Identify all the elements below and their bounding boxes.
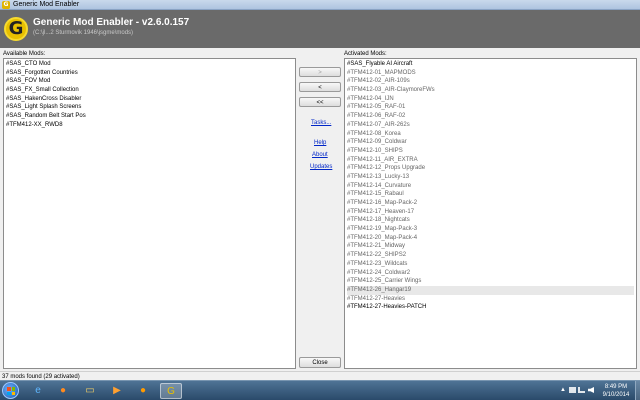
app-header: G Generic Mod Enabler - v2.6.0.157 (C:\j…: [0, 10, 640, 48]
activated-mods-label: Activated Mods:: [344, 51, 387, 57]
volume-icon[interactable]: [588, 387, 594, 393]
media-player-icon[interactable]: ▶: [106, 383, 128, 399]
updates-link[interactable]: Updates: [310, 164, 332, 170]
activated-mod-item[interactable]: #TFM412-26_Hangar19: [347, 285, 634, 295]
about-link[interactable]: About: [312, 152, 328, 158]
activated-mod-item[interactable]: #TFM412-05_RAF-01: [347, 103, 634, 112]
activated-mod-item[interactable]: #TFM412-06_RAF-02: [347, 112, 634, 121]
activated-mod-item[interactable]: #TFM412-11_AIR_EXTRA: [347, 156, 634, 165]
clock[interactable]: 8:49 PM 9/10/2014: [598, 383, 634, 399]
deactivate-mod-button[interactable]: <: [299, 82, 341, 92]
network-icon[interactable]: [578, 387, 585, 393]
close-button[interactable]: Close: [299, 357, 341, 368]
activated-mod-item[interactable]: #TFM412-14_Curvature: [347, 182, 634, 191]
available-mod-item[interactable]: #SAS_Light Splash Screens: [6, 103, 293, 112]
activated-mod-item[interactable]: #TFM412-18_Nightcats: [347, 216, 634, 225]
mods-path: (C:\jl...2 Sturmovik 1946\jsgme\mods): [33, 30, 134, 36]
app-name: Generic Mod Enabler - v2.6.0.157: [33, 17, 190, 28]
help-link[interactable]: Help: [314, 140, 326, 146]
activated-mod-item[interactable]: #TFM412-22_SHIPS2: [347, 251, 634, 260]
activated-mod-item[interactable]: #TFM412-17_Heaven-17: [347, 208, 634, 217]
activated-mod-item[interactable]: #TFM412-21_Midway: [347, 242, 634, 251]
window-title: Generic Mod Enabler: [13, 1, 80, 8]
activated-mod-item[interactable]: #TFM412-08_Korea: [347, 130, 634, 139]
activate-mod-button[interactable]: >: [299, 67, 341, 77]
available-mod-item[interactable]: #SAS_CTO Mod: [6, 60, 293, 69]
available-mods-list[interactable]: #SAS_CTO Mod #SAS_Forgotten Countries #SAS…: [3, 58, 296, 369]
available-mod-item[interactable]: #SAS_Forgotten Countries: [6, 69, 293, 78]
activated-mod-item[interactable]: #TFM412-02_AIR-109s: [347, 77, 634, 86]
app-icon: G: [2, 1, 10, 9]
deactivate-all-button[interactable]: <<: [299, 97, 341, 107]
windows-logo-icon: [7, 387, 15, 395]
available-mod-item[interactable]: #SAS_FOV Mod: [6, 77, 293, 86]
activated-mod-item[interactable]: #TFM412-27-Heavies: [347, 295, 634, 304]
show-hidden-icons-icon[interactable]: ▲: [560, 387, 566, 393]
activated-mod-item[interactable]: #TFM412-19_Map-Pack-3: [347, 225, 634, 234]
available-mod-item[interactable]: #SAS_Random Belt Start Pos: [6, 112, 293, 121]
generic-mod-enabler-icon[interactable]: G: [160, 383, 182, 399]
activated-mod-item[interactable]: #TFM412-13_Lucky-13: [347, 173, 634, 182]
firefox-icon[interactable]: ●: [52, 383, 74, 399]
folder-icon[interactable]: ▭: [79, 383, 101, 399]
internet-explorer-icon[interactable]: e: [27, 383, 49, 399]
activated-mod-item[interactable]: #TFM412-04_IJN: [347, 95, 634, 104]
tasks-link[interactable]: Tasks...: [311, 120, 331, 126]
activated-mod-item[interactable]: #TFM412-07_AIR-262s: [347, 121, 634, 130]
gme-logo-icon: G: [4, 14, 28, 44]
media-center-icon[interactable]: ●: [132, 383, 154, 399]
system-tray: ▲ 8:49 PM 9/10/2014: [538, 382, 638, 400]
clock-date: 9/10/2014: [602, 392, 630, 398]
windows-taskbar: e ● ▭ ▶ ● G ▲ 8:49 PM 9/10/2014: [0, 380, 640, 400]
activated-mod-item[interactable]: #SAS_Flyable AI Aircraft: [347, 60, 634, 69]
activated-mod-item[interactable]: #TFM412-15_Rabaul: [347, 190, 634, 199]
available-mods-label: Available Mods:: [3, 51, 46, 57]
activated-mod-item[interactable]: #TFM412-23_Wildcats: [347, 260, 634, 269]
activated-mod-item[interactable]: #TFM412-09_Coldwar: [347, 138, 634, 147]
start-button[interactable]: [2, 382, 19, 399]
activated-mod-item[interactable]: #TFM412-25_Carrier Wings: [347, 277, 634, 286]
activated-mod-item[interactable]: #TFM412-01_MAPMODS: [347, 69, 634, 78]
activated-mods-list[interactable]: #SAS_Flyable AI Aircraft #TFM412-01_MAPMO…: [344, 58, 637, 369]
available-mod-item[interactable]: #SAS_HakenCross Disabler: [6, 95, 293, 104]
available-mod-item[interactable]: #TFM412-XX_RWD8: [6, 121, 293, 130]
activated-mod-item[interactable]: #TFM412-10_SHIPS: [347, 147, 634, 156]
activated-mod-item[interactable]: #TFM412-03_AIR-ClaymoreFWs: [347, 86, 634, 95]
activated-mod-item[interactable]: #TFM412-16_Map-Pack-2: [347, 199, 634, 208]
activated-mod-item[interactable]: #TFM412-20_Map-Pack-4: [347, 234, 634, 243]
available-mod-item[interactable]: #SAS_FX_Small Collection: [6, 86, 293, 95]
activated-mod-item[interactable]: #TFM412-24_Coldwar2: [347, 269, 634, 278]
action-center-icon[interactable]: [569, 387, 576, 393]
activated-mod-item[interactable]: #TFM412-12_Props Upgrade: [347, 164, 634, 173]
window-titlebar[interactable]: G Generic Mod Enabler: [0, 0, 640, 10]
show-desktop-button[interactable]: [635, 381, 640, 400]
activated-mod-item[interactable]: #TFM412-27-Heavies-PATCH: [347, 303, 634, 312]
clock-time: 8:49 PM: [604, 384, 628, 390]
